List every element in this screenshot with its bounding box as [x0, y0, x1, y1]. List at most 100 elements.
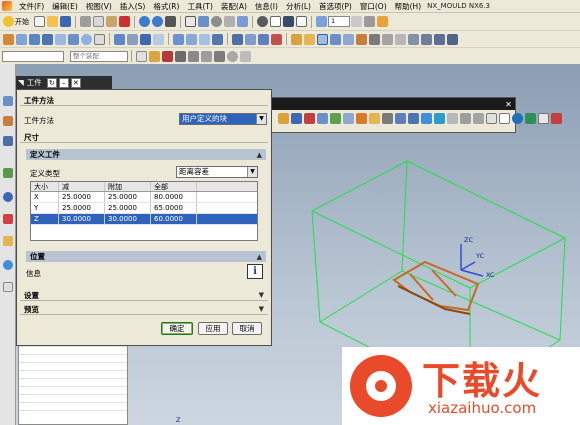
- menu-window[interactable]: 窗口(O): [356, 0, 391, 13]
- move-face-icon[interactable]: [258, 33, 269, 45]
- ejector-pin-icon[interactable]: [395, 33, 406, 45]
- draft-icon[interactable]: [212, 33, 223, 45]
- reset-icon[interactable]: ↻: [46, 77, 57, 88]
- extrude-icon[interactable]: [16, 33, 27, 45]
- layer-settings-icon[interactable]: [364, 16, 375, 27]
- history-icon[interactable]: [3, 192, 13, 202]
- menu-view[interactable]: 视图(V): [82, 0, 116, 13]
- define-workpiece-header[interactable]: 定义工件 ▲: [26, 149, 266, 160]
- undo-icon[interactable]: [139, 16, 150, 27]
- menu-preferences[interactable]: 首选项(P): [315, 0, 356, 13]
- gate-icon[interactable]: [434, 33, 445, 45]
- exit-tool-icon[interactable]: [551, 113, 562, 124]
- shell-icon[interactable]: [199, 33, 210, 45]
- table-cell[interactable]: 30.0000: [59, 214, 105, 224]
- mold-tools-icon[interactable]: [343, 33, 354, 45]
- endpoint-icon[interactable]: [175, 50, 186, 62]
- intersection-icon[interactable]: [214, 50, 225, 62]
- menu-assemblies[interactable]: 装配(A): [217, 0, 251, 13]
- offset-face-icon[interactable]: [232, 33, 243, 45]
- sub-insert-tool-icon[interactable]: [395, 113, 406, 124]
- navigator-row[interactable]: [19, 355, 127, 363]
- view-orient-icon[interactable]: [283, 16, 294, 27]
- navigator-row[interactable]: [19, 379, 127, 387]
- mold-base-icon[interactable]: [369, 33, 380, 45]
- reuse-library-icon[interactable]: [3, 168, 13, 178]
- find-icon[interactable]: [165, 16, 176, 27]
- position-header[interactable]: 位置 ▲: [26, 251, 266, 262]
- gate-tool-icon[interactable]: [408, 113, 419, 124]
- type-filter-dropdown[interactable]: [2, 50, 64, 62]
- background-icon[interactable]: [296, 16, 307, 27]
- shrinkage-icon[interactable]: [304, 33, 315, 45]
- pan-icon[interactable]: [224, 16, 235, 27]
- menu-insert[interactable]: 插入(S): [116, 0, 150, 13]
- runner-tool-icon[interactable]: [421, 113, 432, 124]
- rotate-icon[interactable]: [211, 16, 222, 27]
- menu-edit[interactable]: 编辑(E): [48, 0, 82, 13]
- subtract-icon[interactable]: [127, 33, 138, 45]
- menu-help[interactable]: 帮助(H): [391, 0, 426, 13]
- mold-base-tool-icon[interactable]: [343, 113, 354, 124]
- cone-icon[interactable]: [68, 33, 79, 45]
- workpiece-icon[interactable]: [317, 33, 328, 45]
- work-layer-dropdown[interactable]: 1: [328, 16, 350, 27]
- constraint-navigator-icon[interactable]: [3, 116, 13, 126]
- electrode-tool-icon[interactable]: [447, 113, 458, 124]
- block-icon[interactable]: [42, 33, 53, 45]
- cooling-tool-icon[interactable]: [434, 113, 445, 124]
- menu-information[interactable]: 信息(I): [251, 0, 282, 13]
- arc-center-icon[interactable]: [227, 50, 238, 62]
- navigator-row[interactable]: [19, 395, 127, 403]
- method-section-header[interactable]: 工件方法: [20, 95, 268, 106]
- column-header[interactable]: 附加: [105, 182, 151, 191]
- menu-format[interactable]: 格式(R): [149, 0, 183, 13]
- open-icon[interactable]: [47, 16, 58, 27]
- close-dialog-icon[interactable]: ✕: [70, 77, 81, 88]
- fit-icon[interactable]: [185, 16, 196, 27]
- method-select[interactable]: 用户定义的块 ▼: [179, 113, 267, 125]
- navigator-row[interactable]: [19, 371, 127, 379]
- trim-tool-icon[interactable]: [460, 113, 471, 124]
- trim-body-icon[interactable]: [153, 33, 164, 45]
- table-cell[interactable]: 30.0000: [105, 214, 151, 224]
- parting-icon[interactable]: [356, 33, 367, 45]
- shaded-icon[interactable]: [257, 16, 268, 27]
- wcs-icon[interactable]: [377, 16, 388, 27]
- parting-tools-icon[interactable]: [330, 113, 341, 124]
- table-cell[interactable]: 25.0000: [105, 192, 151, 202]
- dialog-pin-icon[interactable]: ◥: [18, 78, 24, 87]
- ok-button[interactable]: 确定: [161, 322, 193, 335]
- hole-icon[interactable]: [94, 33, 105, 45]
- table-cell[interactable]: 25.0000: [59, 203, 105, 213]
- palette-icon[interactable]: [3, 282, 13, 292]
- system-materials-icon[interactable]: [3, 214, 13, 224]
- cut-icon[interactable]: [80, 16, 91, 27]
- start-button[interactable]: 开始: [2, 16, 29, 27]
- info-button[interactable]: i: [247, 264, 263, 279]
- table-cell[interactable]: 25.0000: [59, 192, 105, 202]
- navigator-row[interactable]: [19, 363, 127, 371]
- unite-icon[interactable]: [114, 33, 125, 45]
- slider-tool-icon[interactable]: [382, 113, 393, 124]
- table-row[interactable]: X 25.0000 25.0000 80.0000: [31, 192, 257, 203]
- settings-section-header[interactable]: 设置 ▼: [20, 290, 268, 301]
- web-browser-icon[interactable]: [3, 260, 13, 270]
- bom-tool-icon[interactable]: [486, 113, 497, 124]
- sphere-icon[interactable]: [81, 33, 92, 45]
- midpoint-icon[interactable]: [188, 50, 199, 62]
- preview-section-header[interactable]: 预览 ▼: [20, 304, 268, 315]
- layout-tool-icon[interactable]: [291, 113, 302, 124]
- define-type-select[interactable]: 距离容差 ▼: [176, 166, 258, 178]
- roles-icon[interactable]: [3, 236, 13, 246]
- move-layer-icon[interactable]: [351, 16, 362, 27]
- part-navigator-icon[interactable]: [3, 136, 13, 146]
- cancel-button[interactable]: 取消: [232, 322, 262, 335]
- column-header[interactable]: 全部: [151, 182, 197, 191]
- delete-icon[interactable]: [119, 16, 130, 27]
- snap-point-icon[interactable]: [162, 50, 173, 62]
- hole-table-tool-icon[interactable]: [512, 113, 523, 124]
- delete-face-icon[interactable]: [271, 33, 282, 45]
- layer-icon[interactable]: [316, 16, 327, 27]
- navigator-row[interactable]: [19, 403, 127, 411]
